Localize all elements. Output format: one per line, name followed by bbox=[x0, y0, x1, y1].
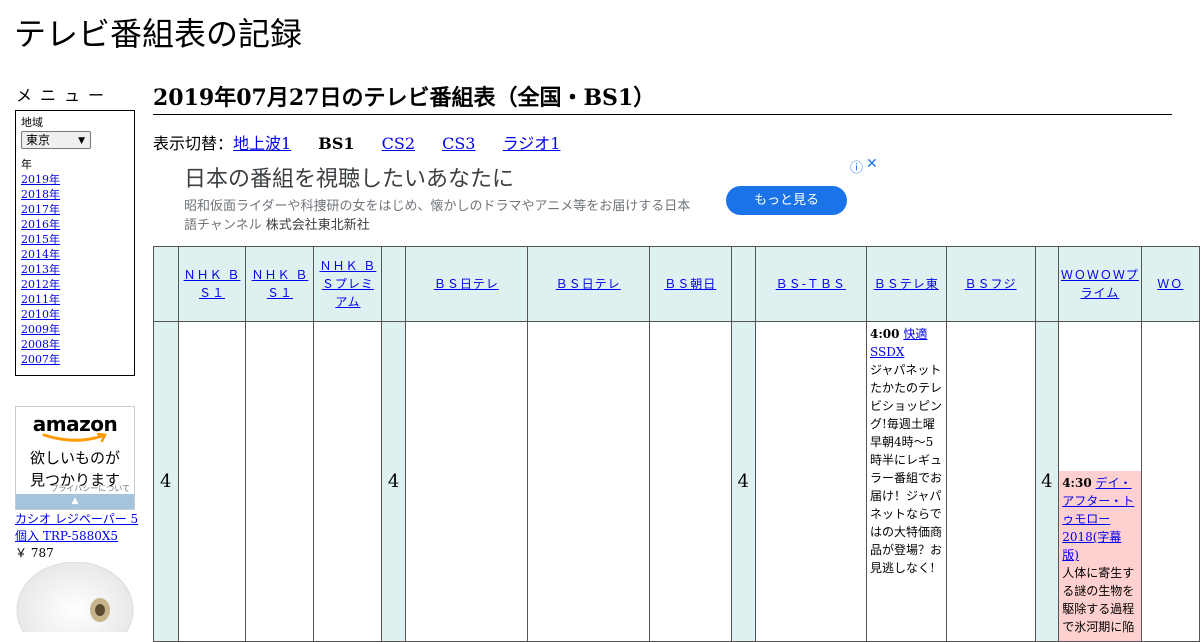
channel-link-bs-tvtokyo[interactable]: ＢＳテレ東 bbox=[874, 277, 939, 291]
year-link-2012[interactable]: 2012年 bbox=[21, 278, 60, 291]
chevron-up-icon: ▲ bbox=[71, 496, 79, 506]
year-link-2016[interactable]: 2016年 bbox=[21, 218, 60, 231]
year-link-2008[interactable]: 2008年 bbox=[21, 338, 60, 351]
year-link-2015[interactable]: 2015年 bbox=[21, 233, 60, 246]
program-cell bbox=[313, 321, 383, 642]
year-link-2014[interactable]: 2014年 bbox=[21, 248, 60, 261]
amazon-scroll-bar[interactable]: ▲ bbox=[16, 494, 134, 509]
year-link-2013[interactable]: 2013年 bbox=[21, 263, 60, 276]
amazon-privacy-link[interactable]: プライバシーについて bbox=[16, 483, 134, 494]
year-link-2017[interactable]: 2017年 bbox=[21, 203, 60, 216]
program-cell bbox=[945, 321, 1036, 642]
year-link-2011[interactable]: 2011年 bbox=[21, 293, 60, 306]
amazon-ad-banner[interactable]: amazon 欲しいものが 見つかります プライバシーについて ▲ bbox=[15, 406, 135, 510]
sidebar-menu: 地域 東京 ▼ 年 2019年 2018年 2017年 2016年 2015年 … bbox=[15, 110, 135, 376]
dropdown-arrow-icon: ▼ bbox=[78, 136, 85, 146]
channel-link-bs-fuji[interactable]: ＢＳフジ bbox=[965, 277, 1017, 291]
program-cell bbox=[648, 321, 732, 642]
program-cell bbox=[245, 321, 315, 642]
program-time: 4:00 bbox=[870, 327, 900, 341]
product-link[interactable]: カシオ レジペーパー 5個入 TRP-5880X5 bbox=[15, 511, 139, 545]
switch-bs1-current: BS1 bbox=[318, 134, 355, 153]
hour-header bbox=[153, 246, 179, 322]
program-entry: 4:30 デイ・アフター・トゥモロー2018(字幕版) 人体に寄生する謎の生物を… bbox=[1059, 471, 1141, 641]
channel-link-nhk-bs-premium[interactable]: ＮＨＫ ＢＳプレミアム bbox=[319, 259, 376, 309]
channel-link-bs-nittele-2[interactable]: ＢＳ日テレ bbox=[556, 277, 621, 291]
year-link-2018[interactable]: 2018年 bbox=[21, 188, 60, 201]
program-cell bbox=[177, 321, 247, 642]
year-link-2007[interactable]: 2007年 bbox=[21, 353, 60, 366]
page-heading: 2019年07月27日のテレビ番組表（全国・BS1） bbox=[153, 84, 1172, 115]
region-select[interactable]: 東京 ▼ bbox=[21, 131, 91, 149]
program-cell bbox=[404, 321, 528, 642]
amazon-tagline-line-1: 欲しいものが bbox=[29, 449, 120, 467]
channel-header-nhk-bs1-2: ＮＨＫ ＢＳ１ bbox=[245, 246, 315, 322]
channel-header-nhk-bs1: ＮＨＫ ＢＳ１ bbox=[177, 246, 247, 322]
hour-header bbox=[381, 246, 406, 322]
site-title: テレビ番組表の記録 bbox=[14, 15, 303, 53]
switch-cs2[interactable]: CS2 bbox=[382, 134, 415, 153]
hour-cell: 4 bbox=[1034, 321, 1060, 642]
ad-more-button[interactable]: もっと見る bbox=[726, 186, 847, 215]
year-link-2019[interactable]: 2019年 bbox=[21, 173, 60, 186]
amazon-logo: amazon bbox=[32, 412, 118, 436]
hour-header bbox=[730, 246, 756, 322]
switch-radio-1[interactable]: ラジオ1 bbox=[503, 134, 561, 153]
channel-header-nhk-bs-premium: ＮＨＫ ＢＳプレミアム bbox=[313, 246, 383, 322]
region-label: 地域 bbox=[21, 116, 43, 129]
ad-advertiser: 株式会社東北新社 bbox=[265, 218, 370, 233]
program-cell bbox=[1140, 321, 1200, 642]
year-link-2009[interactable]: 2009年 bbox=[21, 323, 60, 336]
program-cell-wowow-prime: 4:30 デイ・アフター・トゥモロー2018(字幕版) 人体に寄生する謎の生物を… bbox=[1058, 321, 1142, 642]
program-cell-bs-tvtokyo: 4:00 快適SSDX ジャパネットたかたのテレビショッピング!毎週土曜早朝4時… bbox=[866, 321, 947, 642]
top-ad-banner[interactable]: 日本の番組を視聴したいあなたに 昭和仮面ライダーや科捜研の女をはじめ、懐かしのド… bbox=[153, 156, 881, 246]
region-select-value: 東京 bbox=[26, 133, 51, 147]
channel-link-wowow-prime[interactable]: ＷＯＷＯＷプライム bbox=[1061, 268, 1139, 300]
switch-cs3[interactable]: CS3 bbox=[442, 134, 475, 153]
view-switcher: 表示切替：地上波1 BS1 CS2 CS3 ラジオ1 bbox=[153, 134, 582, 154]
channel-header-bs-tbs: ＢＳ-ＴＢＳ bbox=[754, 246, 868, 322]
ad-description: 昭和仮面ライダーや科捜研の女をはじめ、懐かしのドラマやアニメ等をお届けする日本語… bbox=[184, 197, 694, 235]
channel-link-wowow-2[interactable]: ＷＯ bbox=[1157, 277, 1183, 291]
ad-title[interactable]: 日本の番組を視聴したいあなたに bbox=[184, 165, 514, 195]
ad-description-text: 昭和仮面ライダーや科捜研の女をはじめ、懐かしのドラマやアニメ等をお届けする日本語… bbox=[184, 199, 691, 233]
hour-row-4: 4 4 4 4:00 快適SSDX ジャパネットたかたのテレビショッピング!毎週… bbox=[153, 321, 1200, 642]
year-link-2010[interactable]: 2010年 bbox=[21, 308, 60, 321]
channel-header-bs-tvtokyo: ＢＳテレ東 bbox=[866, 246, 947, 322]
year-label: 年 bbox=[21, 158, 32, 171]
program-description: ジャパネットたかたのテレビショッピング!毎週土曜早朝4時～5時半にレギュラー番組… bbox=[870, 363, 943, 575]
receipt-roll-image[interactable] bbox=[15, 562, 135, 632]
product-price: ￥ 787 bbox=[15, 546, 54, 560]
tv-schedule-table: ＮＨＫ ＢＳ１ ＮＨＫ ＢＳ１ ＮＨＫ ＢＳプレミアム ＢＳ日テレ ＢＳ日テレ … bbox=[153, 246, 1200, 642]
menu-title: メニュー bbox=[16, 86, 113, 105]
channel-link-nhk-bs1[interactable]: ＮＨＫ ＢＳ１ bbox=[184, 268, 241, 300]
switch-terrestrial-1[interactable]: 地上波1 bbox=[233, 134, 291, 153]
ad-info-icon[interactable]: ⓘ bbox=[850, 157, 863, 176]
program-cell bbox=[754, 321, 868, 642]
channel-header-wowow-2: ＷＯ bbox=[1140, 246, 1200, 322]
channel-header-bs-fuji: ＢＳフジ bbox=[945, 246, 1036, 322]
hour-cell: 4 bbox=[153, 321, 179, 642]
channel-link-bs-nittele[interactable]: ＢＳ日テレ bbox=[434, 277, 499, 291]
channel-link-bs-tbs[interactable]: ＢＳ-ＴＢＳ bbox=[776, 277, 846, 291]
hour-cell: 4 bbox=[381, 321, 406, 642]
channel-header-bs-nittele: ＢＳ日テレ bbox=[404, 246, 528, 322]
channel-link-nhk-bs1-2[interactable]: ＮＨＫ ＢＳ１ bbox=[252, 268, 309, 300]
channel-header-bs-nittele-2: ＢＳ日テレ bbox=[526, 246, 650, 322]
channel-link-bs-asahi[interactable]: ＢＳ朝日 bbox=[664, 277, 716, 291]
ad-close-icon[interactable]: ✕ bbox=[866, 156, 878, 172]
view-switch-label: 表示切替： bbox=[153, 134, 234, 153]
hour-cell: 4 bbox=[730, 321, 756, 642]
year-list: 2019年 2018年 2017年 2016年 2015年 2014年 2013… bbox=[21, 172, 129, 367]
channel-header-row: ＮＨＫ ＢＳ１ ＮＨＫ ＢＳ１ ＮＨＫ ＢＳプレミアム ＢＳ日テレ ＢＳ日テレ … bbox=[153, 246, 1200, 322]
program-time: 4:30 bbox=[1062, 476, 1092, 490]
channel-header-bs-asahi: ＢＳ朝日 bbox=[648, 246, 732, 322]
hour-header bbox=[1034, 246, 1060, 322]
channel-header-wowow-prime: ＷＯＷＯＷプライム bbox=[1058, 246, 1142, 322]
program-entry: 4:00 快適SSDX ジャパネットたかたのテレビショッピング!毎週土曜早朝4時… bbox=[867, 322, 946, 580]
program-cell bbox=[526, 321, 650, 642]
